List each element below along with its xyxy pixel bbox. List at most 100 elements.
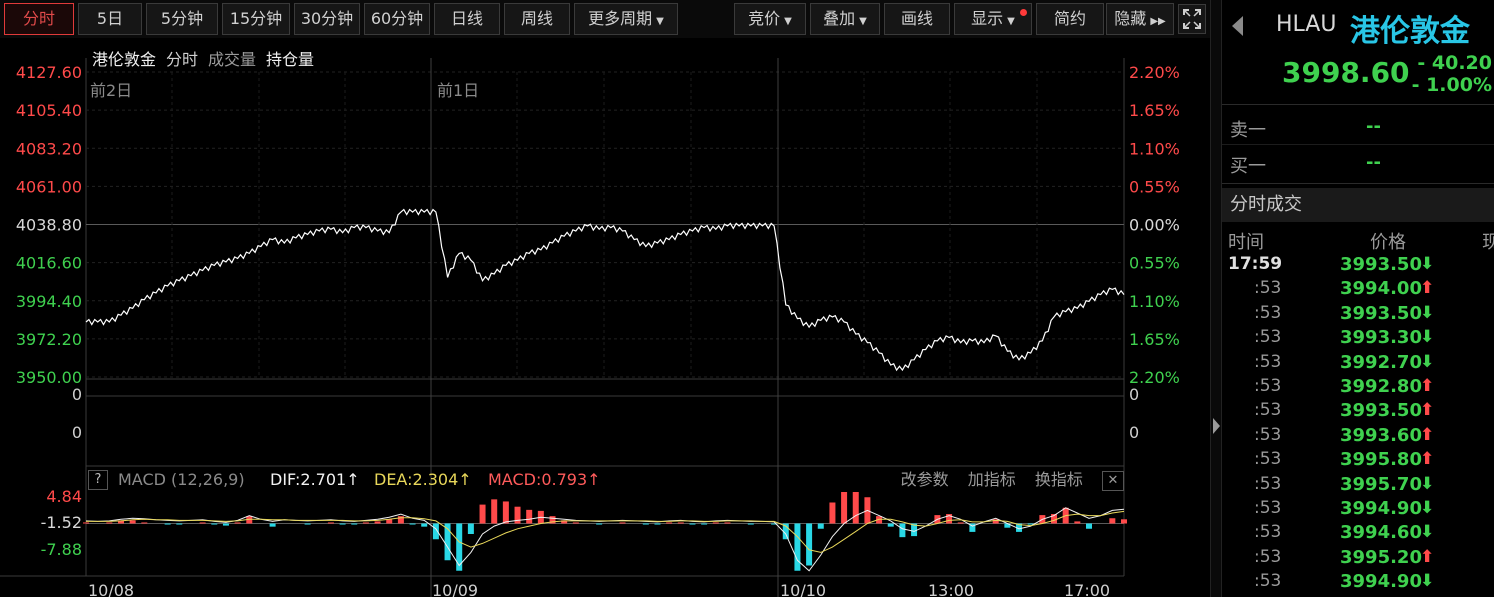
- pct-tick-label: 2.20%: [1129, 63, 1180, 82]
- volume-tick-label: 0: [1129, 423, 1139, 442]
- more-periods-label: 更多周期: [588, 9, 653, 28]
- period-tab-weekly[interactable]: 周线: [504, 3, 570, 35]
- help-icon[interactable]: ?: [88, 470, 108, 490]
- hide-label: 隐藏: [1114, 9, 1147, 28]
- trade-time: :53: [1254, 278, 1282, 298]
- auction-label: 竞价: [748, 9, 781, 28]
- period-tab-5min[interactable]: 5分钟: [146, 3, 218, 35]
- macd-header: ? MACD (12,26,9) DIF:2.701↑ DEA:2.304↑ M…: [88, 468, 1124, 492]
- pct-tick-label: 1.65%: [1129, 101, 1180, 120]
- col-volume-header: 现: [1482, 232, 1494, 253]
- chart-canvas[interactable]: 4127.60 2.20% 4105.40 1.65% 4083.20 1.10% 4061…: [0, 38, 1210, 597]
- more-periods-dropdown[interactable]: 更多周期 ▼: [574, 3, 678, 35]
- trade-time: :53: [1254, 400, 1282, 420]
- period-tab-5day[interactable]: 5日: [78, 3, 142, 35]
- display-dropdown[interactable]: 显示 ▼: [954, 3, 1032, 35]
- trade-time: :53: [1254, 449, 1282, 469]
- arrow-up-icon: ⬆: [1420, 376, 1435, 396]
- edit-params-button[interactable]: 改参数: [901, 470, 949, 489]
- chevron-down-icon: ▼: [784, 16, 792, 27]
- macd-indicator-name: MACD (12,26,9): [118, 470, 245, 489]
- trade-price: 3993.60: [1340, 425, 1422, 446]
- period-tab-daily[interactable]: 日线: [434, 3, 500, 35]
- time-tick-label: 13:00: [928, 581, 974, 597]
- macd-dea-value: DEA:2.304↑: [374, 470, 472, 489]
- sell-one-value: --: [1366, 116, 1381, 137]
- volume-tick-label: 0: [72, 423, 82, 442]
- trade-time: :53: [1254, 352, 1282, 372]
- chevron-down-icon: ▼: [656, 16, 664, 27]
- period-tab-15min[interactable]: 15分钟: [222, 3, 290, 35]
- switch-indicator-button[interactable]: 换指标: [1035, 470, 1083, 489]
- legend-mode: 分时: [166, 50, 199, 69]
- macd-tick-label: -1.52: [41, 513, 82, 532]
- symbol-name: 港伦敦金: [1350, 14, 1470, 49]
- trade-time: :53: [1254, 474, 1282, 494]
- col-price-header: 价格: [1370, 232, 1406, 253]
- notification-dot-icon: [1020, 9, 1027, 16]
- intraday-chart[interactable]: 4127.60 2.20% 4105.40 1.65% 4083.20 1.10% 4061…: [0, 38, 1210, 597]
- collapse-panel-icon[interactable]: [1213, 418, 1220, 434]
- price-tick-label: 4038.80: [16, 216, 82, 235]
- trade-price: 3993.50: [1340, 254, 1422, 275]
- pct-tick-label: 1.10%: [1129, 139, 1180, 158]
- arrow-down-icon: ⬇: [1420, 571, 1435, 591]
- trade-price: 3995.70: [1340, 474, 1422, 495]
- legend-instrument-name: 港伦敦金: [92, 50, 157, 69]
- time-tick-label: 10/10: [780, 581, 826, 597]
- period-tab-60min[interactable]: 60分钟: [364, 3, 430, 35]
- hide-button[interactable]: 隐藏 ▶▶: [1106, 3, 1174, 35]
- arrow-down-icon: ⬇: [1420, 327, 1435, 347]
- buy-one-label: 买一: [1230, 156, 1266, 177]
- trade-time: :53: [1254, 376, 1282, 396]
- symbol-code: HLAU: [1276, 12, 1337, 37]
- period-tab-30min[interactable]: 30分钟: [294, 3, 360, 35]
- day-label: 前1日: [437, 81, 479, 100]
- macd-actions: 改参数 加指标 换指标 ✕: [887, 468, 1124, 492]
- legend-volume[interactable]: 成交量: [208, 50, 256, 69]
- price-tick-label: 3994.40: [16, 292, 82, 311]
- price-line: [85, 208, 1125, 372]
- simple-mode-button[interactable]: 简约: [1036, 3, 1104, 35]
- macd-dea-line: [86, 510, 1125, 553]
- arrow-up-icon: ⬆: [1420, 400, 1435, 420]
- macd-macd-value: MACD:0.793↑: [488, 470, 601, 489]
- add-indicator-button[interactable]: 加指标: [968, 470, 1016, 489]
- trade-time: 17:59: [1228, 254, 1283, 274]
- chart-legend: 港伦敦金 分时 成交量 持仓量: [92, 46, 324, 70]
- panel-divider[interactable]: [1210, 0, 1222, 597]
- trade-price: 3994.60: [1340, 522, 1422, 543]
- trade-time: :53: [1254, 327, 1282, 347]
- pct-tick-label: 1.65%: [1129, 330, 1180, 349]
- back-arrow-icon[interactable]: [1232, 16, 1243, 36]
- close-icon[interactable]: ✕: [1102, 470, 1124, 491]
- legend-open-interest[interactable]: 持仓量: [266, 50, 314, 69]
- toolbar: 分时 5日 5分钟 15分钟 30分钟 60分钟 日线 周线 更多周期 ▼ 竞价 ▼…: [0, 0, 1210, 38]
- buy-one-value: --: [1366, 152, 1381, 173]
- draw-line-button[interactable]: 画线: [884, 3, 950, 35]
- auction-dropdown[interactable]: 竞价 ▼: [734, 3, 806, 35]
- period-tab-intraday[interactable]: 分时: [4, 3, 74, 35]
- pct-tick-label: 1.10%: [1129, 292, 1180, 311]
- fullscreen-button[interactable]: [1178, 4, 1206, 34]
- last-price: 3998.60: [1282, 56, 1410, 89]
- pct-tick-label: 0.55%: [1129, 177, 1180, 196]
- trade-price: 3992.70: [1340, 352, 1422, 373]
- trade-price: 3992.80: [1340, 376, 1422, 397]
- time-tick-label: 10/08: [88, 581, 134, 597]
- arrow-down-icon: ⬇: [1420, 254, 1435, 274]
- overlay-dropdown[interactable]: 叠加 ▼: [810, 3, 880, 35]
- quote-panel: HLAU 港伦敦金 3998.60 - 40.20 - 1.00% 卖一 -- …: [1222, 0, 1494, 597]
- arrow-up-icon: ⬆: [1420, 547, 1435, 567]
- divider-line: [1222, 104, 1494, 105]
- divider-line: [1222, 144, 1494, 145]
- price-tick-label: 4061.00: [16, 177, 82, 196]
- trade-price: 3994.00: [1340, 278, 1422, 299]
- col-time-header: 时间: [1228, 232, 1264, 253]
- volume-tick-label: 0: [1129, 385, 1139, 404]
- double-chevron-right-icon: ▶▶: [1150, 16, 1166, 27]
- trade-price: 3994.90: [1340, 498, 1422, 519]
- trade-price: 3993.50: [1340, 400, 1422, 421]
- display-label: 显示: [971, 9, 1004, 28]
- trades-title[interactable]: 分时成交: [1222, 188, 1494, 222]
